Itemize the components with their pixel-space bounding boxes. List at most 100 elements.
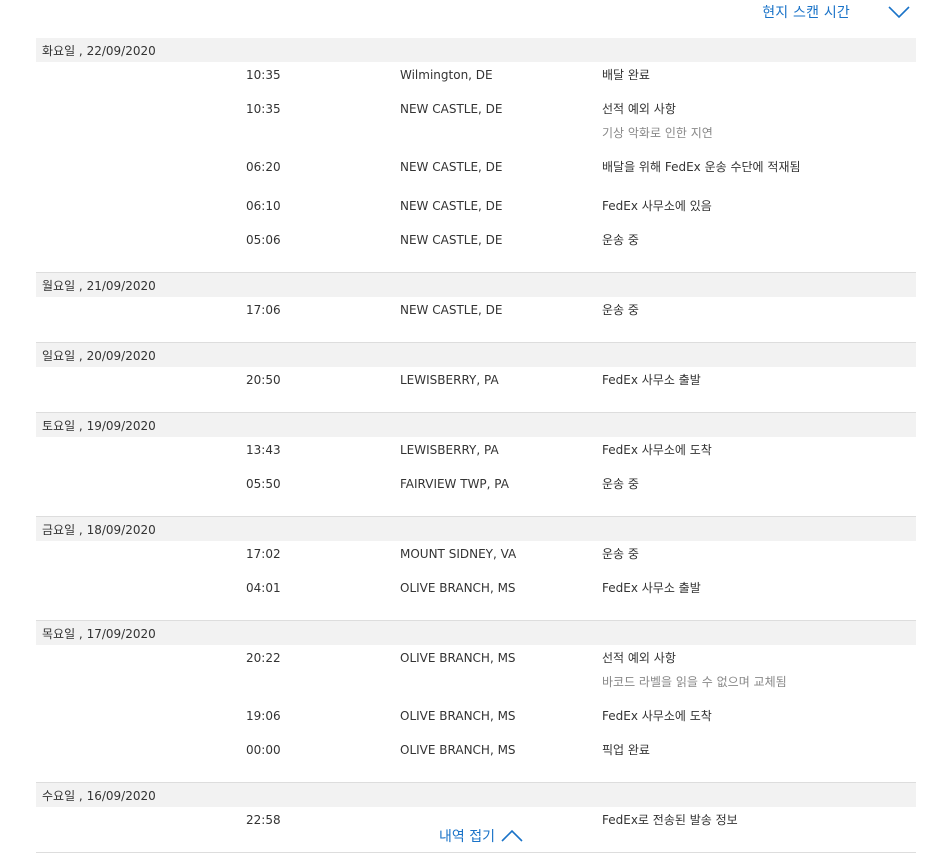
event-status-detail: 바코드 라벨을 읽을 수 없으며 교체됨 xyxy=(602,675,787,689)
day-header: 토요일 , 19/09/2020 xyxy=(36,413,916,437)
day-events: 10:35 Wilmington, DE 배달 완료 10:35 NEW CASTLE,… xyxy=(36,62,916,272)
event-time: 20:22 xyxy=(246,651,281,665)
event-location: FAIRVIEW TWP, PA xyxy=(400,477,509,491)
event-location: NEW CASTLE, DE xyxy=(400,199,503,213)
event-status: FedEx 사무소에 도착 xyxy=(602,443,712,457)
event-row: 20:22 OLIVE BRANCH, MS 선적 예외 사항바코드 라벨을 읽을 … xyxy=(36,650,916,708)
event-location: NEW CASTLE, DE xyxy=(400,303,503,317)
scan-time-toggle[interactable]: 현지 스캔 시간 xyxy=(762,0,910,24)
day-events: 17:02 MOUNT SIDNEY, VA 운송 중 04:01 OLIVE BRAN… xyxy=(36,541,916,620)
day-group: 금요일 , 18/09/2020 17:02 MOUNT SIDNEY, VA 운송 … xyxy=(36,517,916,621)
event-status: FedEx 사무소 출발 xyxy=(602,581,701,595)
event-location: LEWISBERRY, PA xyxy=(400,443,499,457)
day-events: 13:43 LEWISBERRY, PA FedEx 사무소에 도착 05:50 FAI… xyxy=(36,437,916,516)
event-row: 10:35 NEW CASTLE, DE 선적 예외 사항기상 악화로 인한 지연 xyxy=(36,101,916,159)
day-header: 금요일 , 18/09/2020 xyxy=(36,517,916,541)
event-row: 13:43 LEWISBERRY, PA FedEx 사무소에 도착 xyxy=(36,442,916,476)
event-time: 17:02 xyxy=(246,547,281,561)
event-time: 05:50 xyxy=(246,477,281,491)
event-time: 17:06 xyxy=(246,303,281,317)
event-location: OLIVE BRANCH, MS xyxy=(400,709,516,723)
event-location: OLIVE BRANCH, MS xyxy=(400,581,516,595)
event-status: 배달 완료 xyxy=(602,68,650,82)
event-time: 06:10 xyxy=(246,199,281,213)
event-row: 17:02 MOUNT SIDNEY, VA 운송 중 xyxy=(36,546,916,580)
day-group: 화요일 , 22/09/2020 10:35 Wilmington, DE 배달 완료… xyxy=(36,38,916,273)
event-row: 04:01 OLIVE BRANCH, MS FedEx 사무소 출발 xyxy=(36,580,916,614)
event-row: 19:06 OLIVE BRANCH, MS FedEx 사무소에 도착 xyxy=(36,708,916,742)
event-location: OLIVE BRANCH, MS xyxy=(400,651,516,665)
event-status: FedEx 사무소에 있음 xyxy=(602,199,712,213)
event-status-cell: 배달을 위해 FedEx 운송 수단에 적재됨 xyxy=(602,159,816,198)
event-time: 06:20 xyxy=(246,160,281,174)
day-header: 화요일 , 22/09/2020 xyxy=(36,38,916,62)
event-status-cell: 선적 예외 사항기상 악화로 인한 지연 xyxy=(602,101,816,159)
day-group: 토요일 , 19/09/2020 13:43 LEWISBERRY, PA FedEx… xyxy=(36,413,916,517)
event-status: FedEx 사무소에 도착 xyxy=(602,709,712,723)
event-time: 00:00 xyxy=(246,743,281,757)
top-bar: 현지 스캔 시간 xyxy=(0,0,932,30)
event-status-cell: FedEx 사무소에 도착 xyxy=(602,708,816,742)
event-status-cell: 운송 중 xyxy=(602,546,816,580)
day-header: 월요일 , 21/09/2020 xyxy=(36,273,916,297)
day-group: 월요일 , 21/09/2020 17:06 NEW CASTLE, DE 운송 중 xyxy=(36,273,916,343)
event-status-cell: 운송 중 xyxy=(602,476,816,510)
day-header: 일요일 , 20/09/2020 xyxy=(36,343,916,367)
event-status-cell: 운송 중 xyxy=(602,302,816,336)
event-status-cell: FedEx 사무소 출발 xyxy=(602,372,816,406)
event-time: 22:58 xyxy=(246,813,281,827)
event-time: 20:50 xyxy=(246,373,281,387)
event-status-cell: FedEx 사무소 출발 xyxy=(602,580,816,614)
day-events: 20:50 LEWISBERRY, PA FedEx 사무소 출발 xyxy=(36,367,916,412)
day-events: 20:22 OLIVE BRANCH, MS 선적 예외 사항바코드 라벨을 읽을 … xyxy=(36,645,916,782)
event-status-detail: 기상 악화로 인한 지연 xyxy=(602,126,713,140)
collapse-label: 내역 접기 xyxy=(439,829,495,845)
event-status-cell: 배달 완료 xyxy=(602,67,816,101)
event-time: 19:06 xyxy=(246,709,281,723)
event-status: 선적 예외 사항 xyxy=(602,651,676,665)
event-status: FedEx 사무소 출발 xyxy=(602,373,701,387)
day-group: 일요일 , 20/09/2020 20:50 LEWISBERRY, PA FedEx… xyxy=(36,343,916,413)
event-location: MOUNT SIDNEY, VA xyxy=(400,547,517,561)
event-row: 06:10 NEW CASTLE, DE FedEx 사무소에 있음 xyxy=(36,198,916,232)
event-row: 05:06 NEW CASTLE, DE 운송 중 xyxy=(36,232,916,266)
event-time: 05:06 xyxy=(246,233,281,247)
event-time: 10:35 xyxy=(246,68,281,82)
event-row: 05:50 FAIRVIEW TWP, PA 운송 중 xyxy=(36,476,916,510)
event-status: 운송 중 xyxy=(602,547,639,561)
event-location: NEW CASTLE, DE xyxy=(400,233,503,247)
event-status-cell: 운송 중 xyxy=(602,232,816,266)
event-status: 운송 중 xyxy=(602,233,639,247)
event-location: OLIVE BRANCH, MS xyxy=(400,743,516,757)
event-status: FedEx로 전송된 발송 정보 xyxy=(602,813,738,827)
event-status-cell: FedEx 사무소에 있음 xyxy=(602,198,816,232)
event-location: Wilmington, DE xyxy=(400,68,493,82)
event-status-cell: 픽업 완료 xyxy=(602,742,816,776)
day-events: 17:06 NEW CASTLE, DE 운송 중 xyxy=(36,297,916,342)
event-status: 선적 예외 사항 xyxy=(602,102,676,116)
event-status-cell: FedEx 사무소에 도착 xyxy=(602,442,816,476)
event-location: NEW CASTLE, DE xyxy=(400,160,503,174)
collapse-history-button[interactable]: 내역 접기 xyxy=(439,826,523,846)
scan-time-label: 현지 스캔 시간 xyxy=(762,5,850,21)
event-time: 04:01 xyxy=(246,581,281,595)
event-status-cell: 선적 예외 사항바코드 라벨을 읽을 수 없으며 교체됨 xyxy=(602,650,816,708)
event-status: 픽업 완료 xyxy=(602,743,650,757)
event-status: 운송 중 xyxy=(602,303,639,317)
event-row: 17:06 NEW CASTLE, DE 운송 중 xyxy=(36,302,916,336)
event-location: LEWISBERRY, PA xyxy=(400,373,499,387)
event-row: 10:35 Wilmington, DE 배달 완료 xyxy=(36,67,916,101)
day-header: 수요일 , 16/09/2020 xyxy=(36,783,916,807)
chevron-down-icon xyxy=(888,6,910,19)
event-row: 06:20 NEW CASTLE, DE 배달을 위해 FedEx 운송 수단에 … xyxy=(36,159,916,198)
collapse-section: 내역 접기 xyxy=(0,826,932,846)
event-status: 운송 중 xyxy=(602,477,639,491)
event-row: 20:50 LEWISBERRY, PA FedEx 사무소 출발 xyxy=(36,372,916,406)
day-group: 목요일 , 17/09/2020 20:22 OLIVE BRANCH, MS 선적 … xyxy=(36,621,916,783)
chevron-up-icon xyxy=(501,829,523,842)
event-row: 00:00 OLIVE BRANCH, MS 픽업 완료 xyxy=(36,742,916,776)
event-location: NEW CASTLE, DE xyxy=(400,102,503,116)
event-time: 10:35 xyxy=(246,102,281,116)
event-time: 13:43 xyxy=(246,443,281,457)
travel-history: 화요일 , 22/09/2020 10:35 Wilmington, DE 배달 완료… xyxy=(36,38,916,853)
